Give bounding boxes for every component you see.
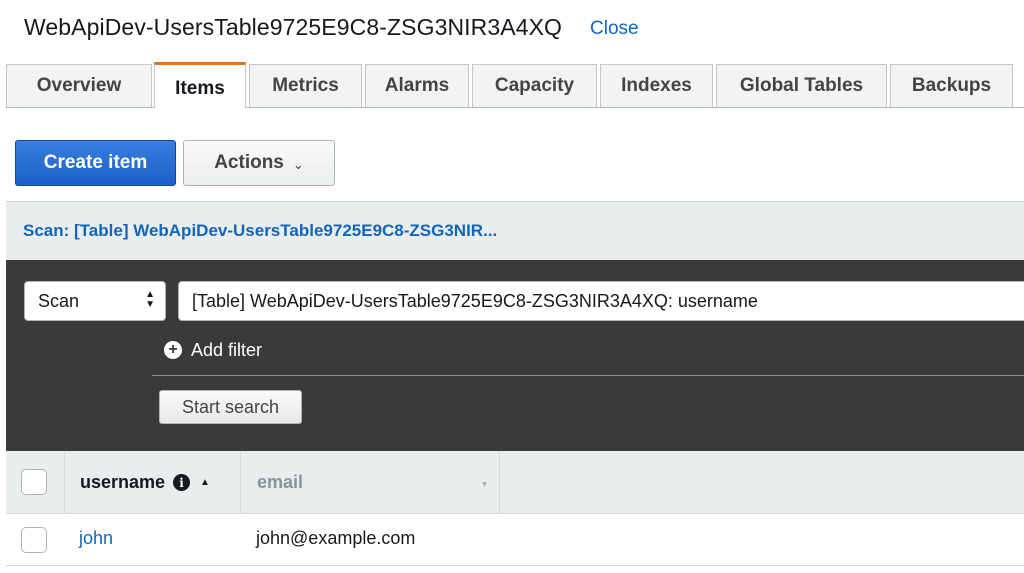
scan-mode-select[interactable]: Scan ▲ ▼ [24, 281, 166, 321]
column-header-email[interactable]: email ▼ [241, 451, 500, 514]
scan-mode-value: Scan [38, 290, 80, 311]
tab-label: Items [175, 78, 225, 99]
tab-global-tables[interactable]: Global Tables [716, 64, 887, 107]
add-filter-button[interactable]: + Add filter [164, 337, 262, 363]
actions-label: Actions [214, 152, 284, 173]
tab-alarms[interactable]: Alarms [365, 64, 469, 107]
page-title: WebApiDev-UsersTable9725E9C8-ZSG3NIR3A4X… [24, 13, 563, 40]
search-panel: Scan ▲ ▼ [Table] WebApiDev-UsersTable9725… [6, 260, 1024, 451]
table-header: username i ▲ email ▼ [6, 451, 1024, 514]
plus-circle-icon: + [164, 341, 182, 359]
tab-label: Alarms [384, 75, 450, 96]
sort-up-icon: ▲ [200, 477, 210, 488]
tab-label: Global Tables [739, 75, 864, 96]
table-row: john john@example.com [6, 514, 1024, 566]
close-link[interactable]: Close [590, 18, 639, 40]
column-header-username[interactable]: username i ▲ [65, 451, 241, 514]
select-all-cell [6, 451, 65, 514]
divider [152, 375, 1024, 376]
info-icon[interactable]: i [173, 474, 191, 491]
column-header-label: email [257, 472, 304, 492]
start-search-button[interactable]: Start search [159, 390, 302, 424]
tab-label: Backups [911, 75, 992, 96]
tab-label: Indexes [621, 75, 692, 96]
add-filter-label: Add filter [191, 339, 263, 360]
title-row: WebApiDev-UsersTable9725E9C8-ZSG3NIR3A4X… [24, 10, 639, 44]
chevron-down-icon: ⌄ [292, 156, 304, 172]
tab-label: Metrics [272, 75, 339, 96]
tab-label: Capacity [494, 75, 575, 96]
row-username-link[interactable]: john [79, 528, 113, 549]
index-select[interactable]: [Table] WebApiDev-UsersTable9725E9C8-ZSG… [178, 281, 1024, 321]
tab-bar: Overview Items Metrics Alarms Capacity I… [6, 62, 1024, 108]
tab-label: Overview [36, 75, 122, 96]
tab-items[interactable]: Items [154, 62, 246, 108]
row-checkbox[interactable] [21, 527, 47, 553]
actions-button[interactable]: Actions ⌄ [183, 140, 335, 186]
row-email: john@example.com [256, 528, 416, 548]
scan-summary-bar[interactable]: Scan: [Table] WebApiDev-UsersTable9725E9… [6, 201, 1024, 260]
sort-down-icon: ▼ [480, 479, 489, 489]
tab-indexes[interactable]: Indexes [600, 64, 713, 107]
create-item-button[interactable]: Create item [15, 140, 176, 186]
tab-backups[interactable]: Backups [890, 64, 1013, 107]
tab-overview[interactable]: Overview [6, 64, 152, 107]
select-all-checkbox[interactable] [21, 469, 47, 495]
scan-summary-text: Scan: [Table] WebApiDev-UsersTable9725E9… [23, 221, 498, 240]
index-value: [Table] WebApiDev-UsersTable9725E9C8-ZSG… [192, 290, 758, 311]
select-arrows-icon: ▲ ▼ [145, 289, 155, 310]
tab-capacity[interactable]: Capacity [472, 64, 597, 107]
tab-metrics[interactable]: Metrics [249, 64, 362, 107]
start-search-label: Start search [181, 396, 280, 417]
column-header-label: username [80, 472, 166, 492]
create-item-label: Create item [43, 152, 148, 173]
